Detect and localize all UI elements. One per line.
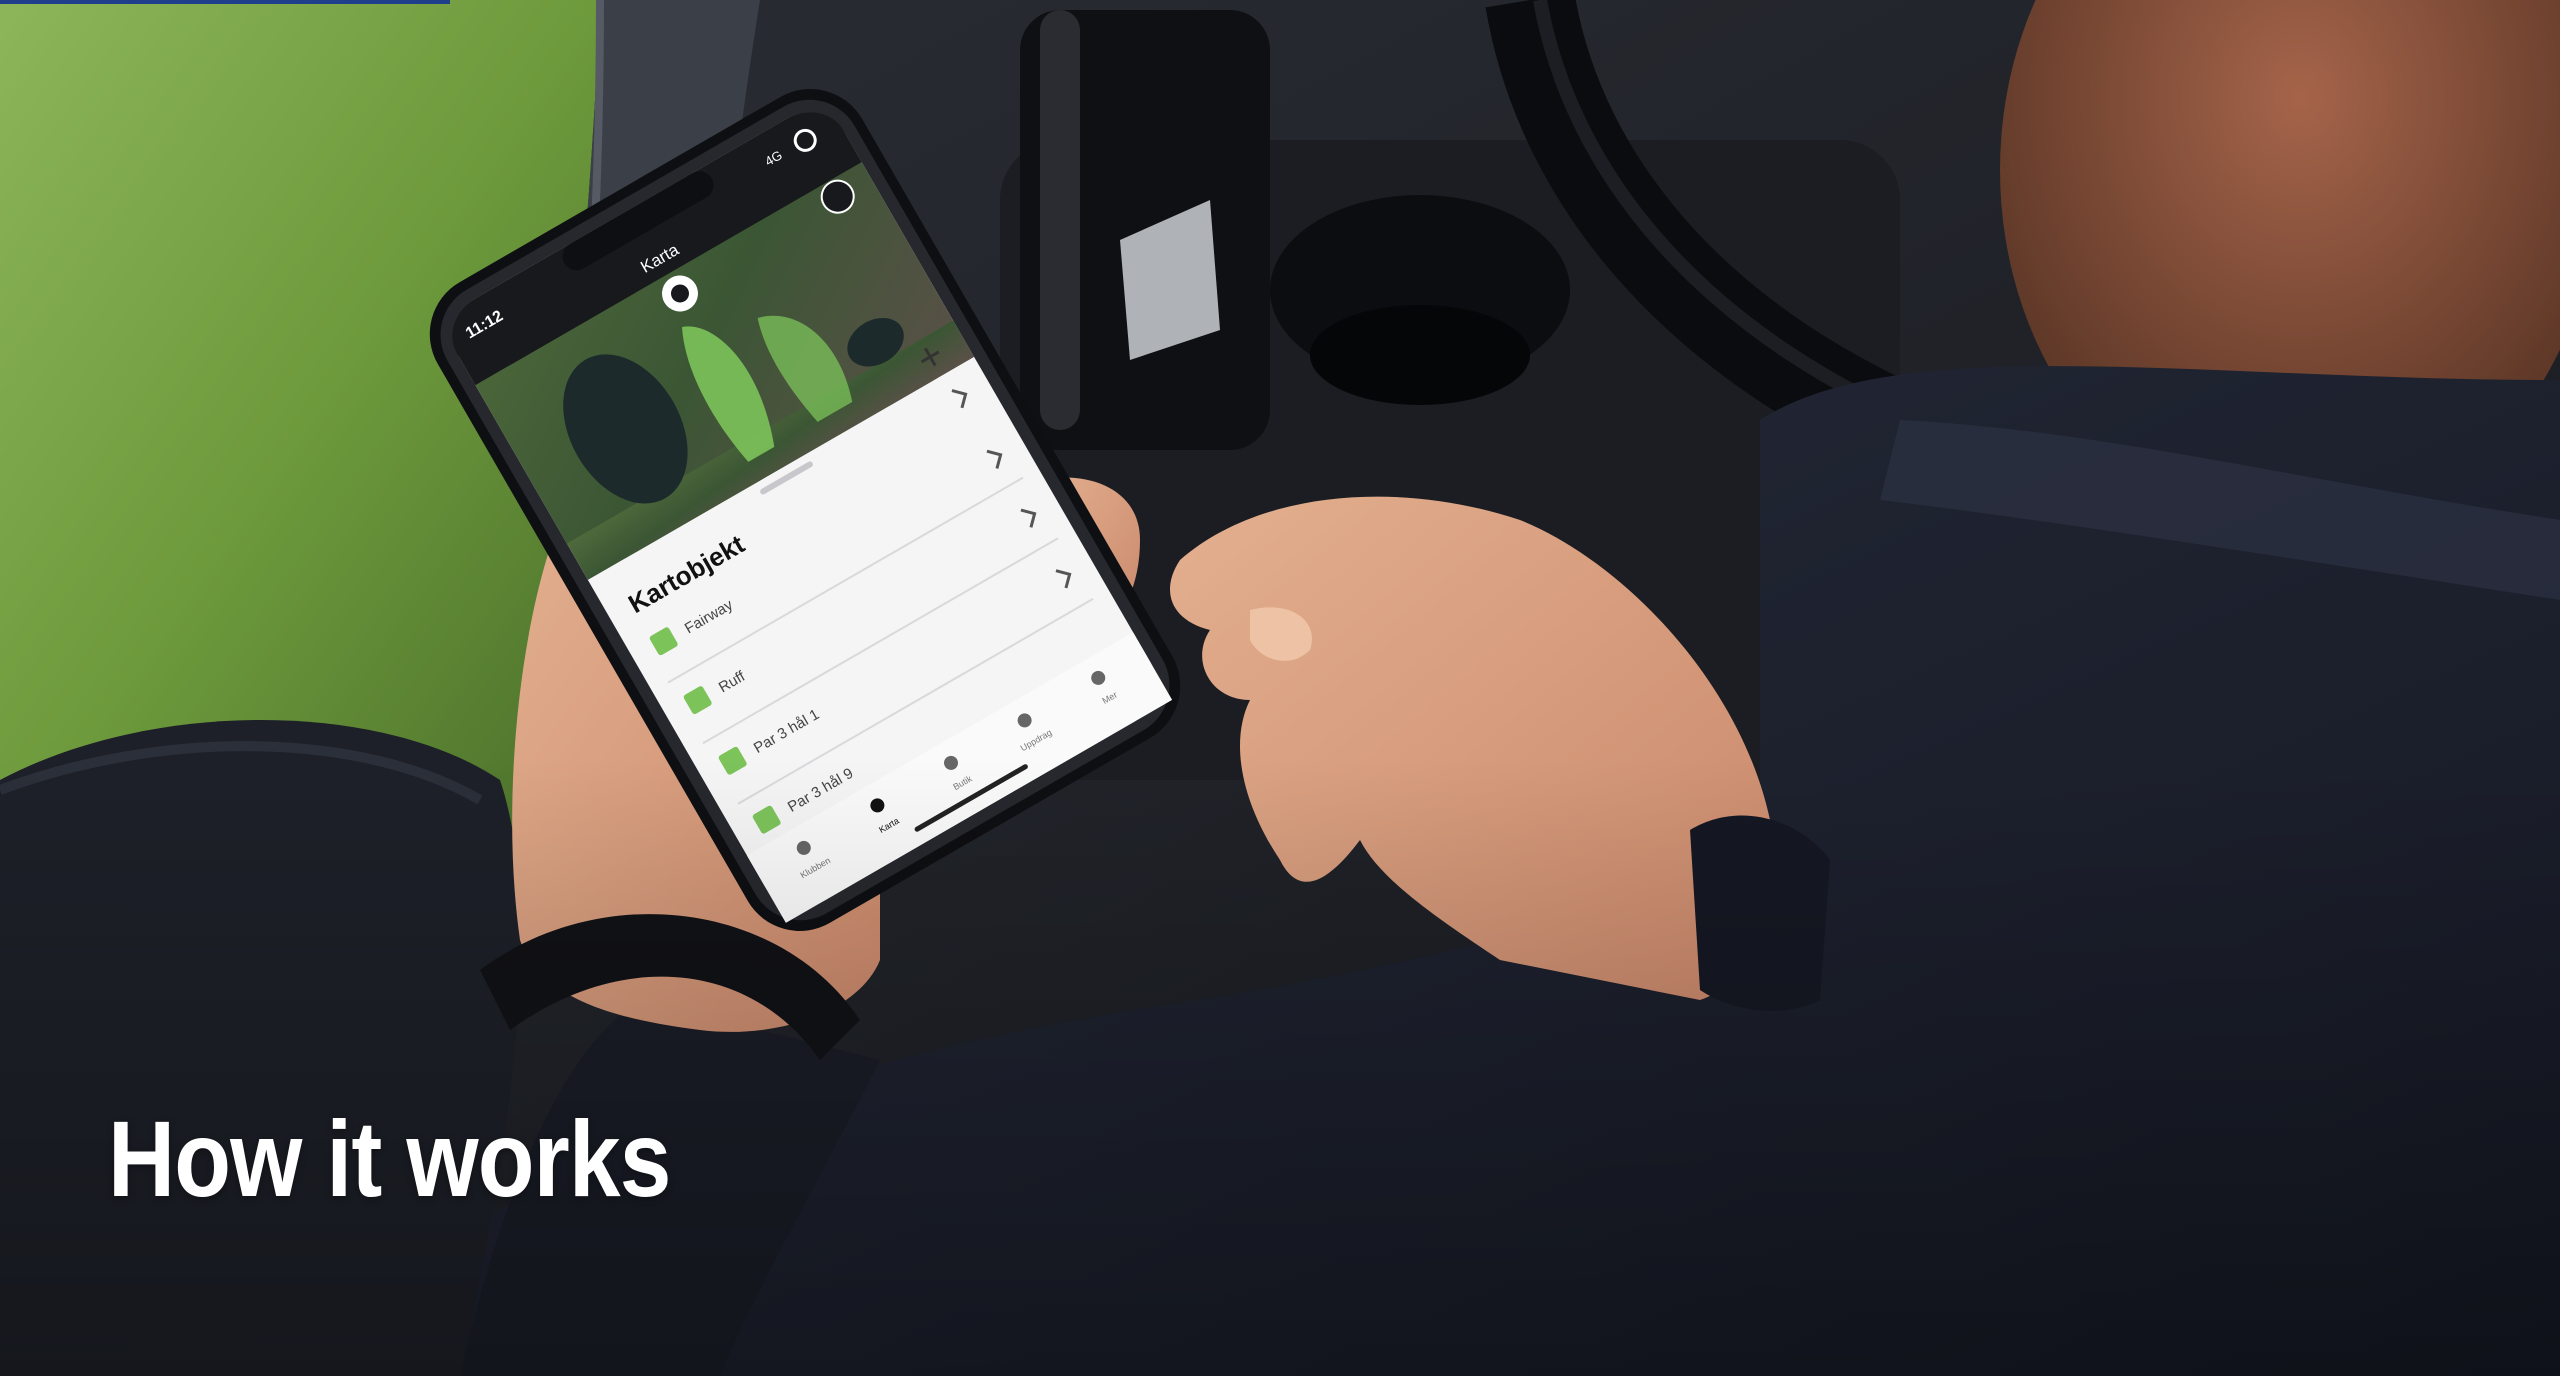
- top-accent-bar: [0, 0, 450, 4]
- hero-title: How it works: [108, 1098, 671, 1219]
- hero-section: 11:12 4G Karta Kartobjekt Fairway Ruff P…: [0, 0, 2560, 1376]
